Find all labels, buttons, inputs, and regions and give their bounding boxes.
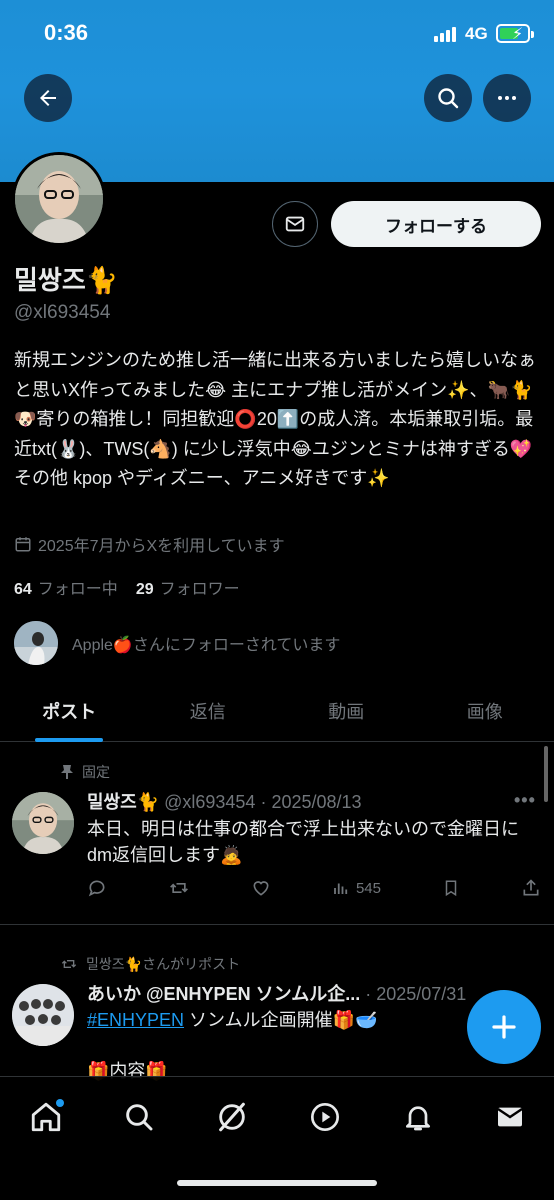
repost-icon	[170, 883, 188, 893]
nav-search[interactable]	[119, 1097, 159, 1137]
search-button[interactable]	[424, 74, 472, 122]
follow-button[interactable]: フォローする	[331, 201, 541, 247]
calendar-icon	[15, 537, 31, 552]
plus-icon	[492, 1015, 516, 1039]
post-header: あいか @ENHYPEN ソンムル企... · 2025/07/31	[87, 980, 507, 1006]
post-divider	[0, 924, 554, 925]
tab-videos[interactable]: 動画	[277, 680, 416, 741]
search-icon	[438, 88, 459, 109]
envelope-icon	[497, 1107, 523, 1127]
hashtag-link[interactable]: #ENHYPEN	[87, 1010, 184, 1030]
nav-grok[interactable]	[212, 1097, 252, 1137]
bell-icon	[406, 1106, 430, 1131]
back-arrow-icon	[40, 90, 56, 106]
message-button[interactable]	[272, 201, 318, 247]
tab-images[interactable]: 画像	[416, 680, 554, 741]
status-time: 0:36	[44, 20, 89, 45]
joined-date: 2025年7月からXを利用しています	[14, 532, 285, 556]
pinned-label: 固定	[60, 762, 110, 782]
share-button[interactable]	[521, 878, 541, 898]
profile-avatar[interactable]	[12, 152, 106, 246]
search-icon	[126, 1104, 153, 1131]
joined-label: 2025年7月からXを利用しています	[38, 538, 285, 555]
repost-context: 밀쌍즈🐈さんがリポスト	[60, 954, 240, 974]
notification-dot	[56, 1099, 64, 1107]
home-indicator	[177, 1180, 377, 1186]
pin-icon	[61, 765, 73, 779]
play-icon	[311, 1103, 339, 1131]
signal-icon	[434, 27, 456, 42]
post-avatar[interactable]	[12, 984, 74, 1046]
network-label: 4G	[465, 24, 488, 43]
following-link[interactable]: 64 フォロー中	[14, 575, 118, 599]
scrollbar[interactable]	[544, 746, 548, 802]
follow-counts: 64 フォロー中 29 フォロワー	[14, 575, 240, 599]
back-button[interactable]	[24, 74, 72, 122]
post-meta: · 2025/07/31	[365, 984, 467, 1004]
post-author[interactable]: 밀쌍즈🐈	[87, 792, 159, 812]
post-text: 本日、明日は仕事の都合で浮上出来ないので金曜日にdm返信回します🙇	[87, 819, 519, 865]
reply-icon	[88, 880, 105, 897]
nav-notifications[interactable]	[398, 1097, 438, 1137]
display-name: 밀쌍즈🐈	[14, 265, 119, 295]
profile-tabs: ポスト 返信 動画 画像	[0, 680, 554, 742]
repost-icon	[61, 960, 77, 968]
heart-icon	[253, 881, 269, 896]
nav-home[interactable]	[26, 1097, 66, 1137]
post-avatar[interactable]	[12, 792, 74, 854]
post-text: #ENHYPEN ソンムル企画開催🎁🥣	[87, 1010, 378, 1030]
followed-by[interactable]: Apple🍎さんにフォローされています	[14, 621, 340, 665]
views-count: 545	[355, 879, 381, 897]
grok-icon	[219, 1102, 245, 1132]
post-author[interactable]: あいか @ENHYPEN ソンムル企...	[87, 984, 360, 1004]
nav-video[interactable]	[305, 1097, 345, 1137]
followers-link[interactable]: 29 フォロワー	[136, 575, 240, 599]
post-header: 밀쌍즈🐈 @xl693454 · 2025/08/13	[87, 788, 362, 814]
bio: 新規エンジンのため推し活一緒に出来る方いましたら嬉しいなぁと思いX作ってみました…	[14, 350, 536, 488]
tab-posts[interactable]: ポスト	[0, 680, 139, 741]
share-icon	[523, 879, 539, 896]
nav-messages[interactable]	[490, 1097, 530, 1137]
avatar-image	[15, 155, 103, 243]
bookmark-icon	[445, 880, 457, 897]
more-icon	[498, 96, 516, 100]
reply-button[interactable]	[87, 878, 107, 898]
handle: @xl693454	[14, 302, 111, 323]
follower-avatar	[14, 621, 58, 665]
status-bar: 0:36 4G ⚡	[0, 0, 554, 66]
tab-replies[interactable]: 返信	[139, 680, 278, 741]
post-more-button[interactable]: •••	[514, 790, 536, 811]
followed-by-label: Apple🍎さんにフォローされています	[72, 637, 341, 654]
post-meta: @xl693454 · 2025/08/13	[164, 792, 362, 812]
compose-button[interactable]	[467, 990, 541, 1064]
like-button[interactable]	[251, 878, 271, 898]
bookmark-button[interactable]	[442, 878, 460, 898]
battery-icon: ⚡	[496, 24, 534, 43]
more-options-button[interactable]	[483, 74, 531, 122]
repost-button[interactable]	[168, 878, 190, 898]
envelope-icon	[285, 216, 305, 232]
views-button[interactable]: 545	[332, 879, 381, 897]
views-icon	[334, 883, 348, 894]
post-actions: 545	[87, 878, 541, 898]
